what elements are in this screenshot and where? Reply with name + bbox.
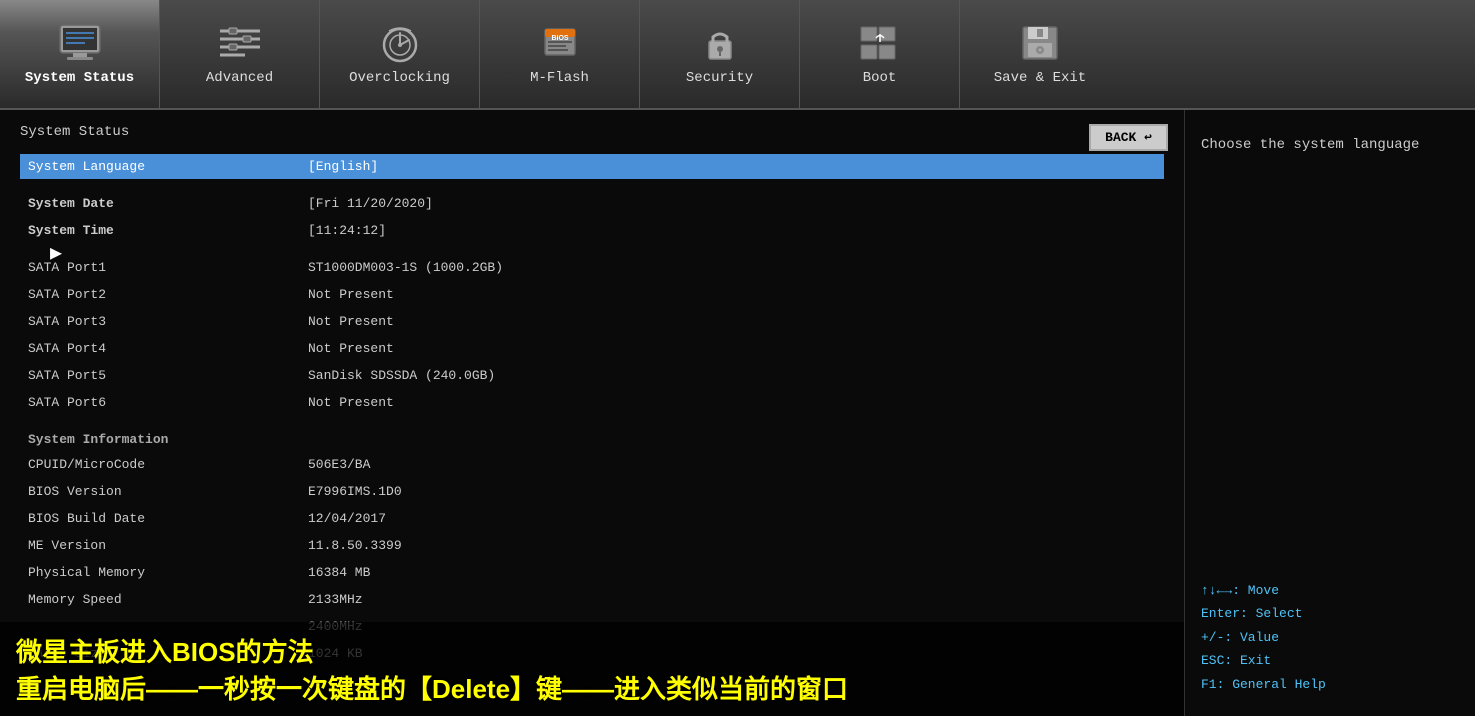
mflash-icon: BIOS xyxy=(534,22,586,64)
key-hints: ↑↓←→: Move Enter: Select +/-: Value ESC:… xyxy=(1201,579,1459,696)
overlay-text: 微星主板进入BIOS的方法 重启电脑后——一秒按一次键盘的【Delete】键——… xyxy=(0,622,1184,716)
row-sata-port3: SATA Port3 Not Present xyxy=(20,309,1164,334)
label-bios-version: BIOS Version xyxy=(28,484,308,499)
row-system-language[interactable]: System Language [English] xyxy=(20,154,1164,179)
nav-item-overclocking[interactable]: Overclocking xyxy=(320,0,480,108)
value-system-language: [English] xyxy=(308,159,378,174)
value-bios-build-date: 12/04/2017 xyxy=(308,511,386,526)
nav-label-security: Security xyxy=(686,70,753,86)
boot-icon xyxy=(854,22,906,64)
nav-label-advanced: Advanced xyxy=(206,70,273,86)
label-system-time: System Time xyxy=(28,223,308,238)
system-status-icon xyxy=(54,22,106,64)
label-sata-port4: SATA Port4 xyxy=(28,341,308,356)
svg-text:BIOS: BIOS xyxy=(551,35,568,42)
hint-enter: Enter: Select xyxy=(1201,602,1459,625)
value-me-version: 11.8.50.3399 xyxy=(308,538,402,553)
section-title: System Status xyxy=(20,124,1164,140)
nav-label-save-exit: Save & Exit xyxy=(994,70,1086,86)
row-system-date[interactable]: System Date [Fri 11/20/2020] xyxy=(20,191,1164,216)
row-physical-memory: Physical Memory 16384 MB xyxy=(20,560,1164,585)
overlay-line1: 微星主板进入BIOS的方法 xyxy=(16,632,1168,669)
row-sata-port6: SATA Port6 Not Present xyxy=(20,390,1164,415)
left-panel: ▶ System Status BACK ↩ System Language [… xyxy=(0,110,1185,716)
label-system-language: System Language xyxy=(28,159,308,174)
overclocking-icon xyxy=(374,22,426,64)
main-content: ▶ System Status BACK ↩ System Language [… xyxy=(0,110,1475,716)
nav-item-advanced[interactable]: Advanced xyxy=(160,0,320,108)
hint-f1: F1: General Help xyxy=(1201,673,1459,696)
label-physical-memory: Physical Memory xyxy=(28,565,308,580)
value-sata-port6: Not Present xyxy=(308,395,394,410)
label-bios-build-date: BIOS Build Date xyxy=(28,511,308,526)
help-text: Choose the system language xyxy=(1201,134,1459,156)
value-physical-memory: 16384 MB xyxy=(308,565,370,580)
nav-item-mflash[interactable]: BIOS M-Flash xyxy=(480,0,640,108)
row-sata-port1: SATA Port1 ST1000DM003-1S (1000.2GB) xyxy=(20,255,1164,280)
row-me-version: ME Version 11.8.50.3399 xyxy=(20,533,1164,558)
hint-esc: ESC: Exit xyxy=(1201,649,1459,672)
label-memory-speed: Memory Speed xyxy=(28,592,308,607)
value-cpuid: 506E3/BA xyxy=(308,457,370,472)
menu-rows: System Language [English] System Date [F… xyxy=(20,154,1164,666)
save-exit-icon xyxy=(1014,22,1066,64)
top-navigation: System Status Advanced xyxy=(0,0,1475,110)
row-bios-build-date: BIOS Build Date 12/04/2017 xyxy=(20,506,1164,531)
label-me-version: ME Version xyxy=(28,538,308,553)
value-sata-port3: Not Present xyxy=(308,314,394,329)
value-system-date: [Fri 11/20/2020] xyxy=(308,196,433,211)
label-sata-port3: SATA Port3 xyxy=(28,314,308,329)
advanced-icon xyxy=(214,22,266,64)
row-memory-speed: Memory Speed 2133MHz xyxy=(20,587,1164,612)
back-button[interactable]: BACK ↩ xyxy=(1089,124,1168,151)
value-memory-speed: 2133MHz xyxy=(308,592,363,607)
overlay-line2: 重启电脑后——一秒按一次键盘的【Delete】键——进入类似当前的窗口 xyxy=(16,669,1168,706)
nav-item-save-exit[interactable]: Save & Exit xyxy=(960,0,1120,108)
value-sata-port4: Not Present xyxy=(308,341,394,356)
row-system-time[interactable]: System Time [11:24:12] xyxy=(20,218,1164,243)
value-sata-port2: Not Present xyxy=(308,287,394,302)
nav-item-system-status[interactable]: System Status xyxy=(0,0,160,108)
security-icon xyxy=(694,22,746,64)
label-cpuid: CPUID/MicroCode xyxy=(28,457,308,472)
nav-label-mflash: M-Flash xyxy=(530,70,589,86)
label-sata-port6: SATA Port6 xyxy=(28,395,308,410)
label-sata-port2: SATA Port2 xyxy=(28,287,308,302)
value-bios-version: E7996IMS.1D0 xyxy=(308,484,402,499)
row-sata-port4: SATA Port4 Not Present xyxy=(20,336,1164,361)
value-sata-port5: SanDisk SDSSDA (240.0GB) xyxy=(308,368,495,383)
label-sata-port5: SATA Port5 xyxy=(28,368,308,383)
label-sata-port1: SATA Port1 xyxy=(28,260,308,275)
row-sata-port2: SATA Port2 Not Present xyxy=(20,282,1164,307)
nav-item-security[interactable]: Security xyxy=(640,0,800,108)
nav-label-overclocking: Overclocking xyxy=(349,70,450,86)
nav-label-system-status: System Status xyxy=(25,70,134,86)
value-sata-port1: ST1000DM003-1S (1000.2GB) xyxy=(308,260,503,275)
hint-move: ↑↓←→: Move xyxy=(1201,579,1459,602)
label-system-date: System Date xyxy=(28,196,308,211)
right-panel: Choose the system language ↑↓←→: Move En… xyxy=(1185,110,1475,716)
value-system-time: [11:24:12] xyxy=(308,223,386,238)
hint-value: +/-: Value xyxy=(1201,626,1459,649)
row-cpuid: CPUID/MicroCode 506E3/BA xyxy=(20,452,1164,477)
nav-item-boot[interactable]: Boot xyxy=(800,0,960,108)
row-bios-version: BIOS Version E7996IMS.1D0 xyxy=(20,479,1164,504)
nav-label-boot: Boot xyxy=(863,70,897,86)
system-info-header: System Information xyxy=(20,427,1164,452)
row-sata-port5: SATA Port5 SanDisk SDSSDA (240.0GB) xyxy=(20,363,1164,388)
